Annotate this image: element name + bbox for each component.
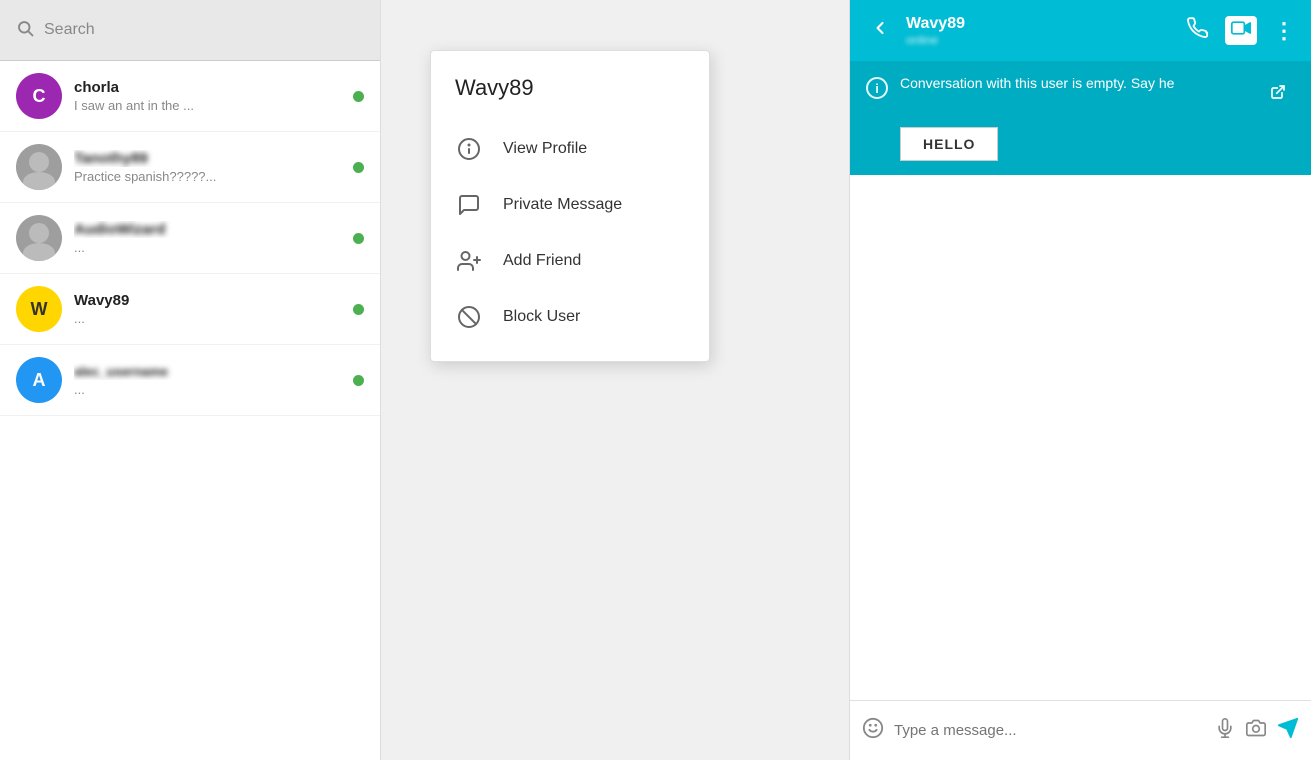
online-indicator-chorla	[353, 91, 364, 102]
avatar-audiowizard	[16, 215, 62, 261]
contact-preview-alec: ...	[74, 382, 341, 397]
block-icon	[455, 303, 483, 331]
avatar-tanothy89	[16, 144, 62, 190]
chat-header: Wavy89 online ⋮	[850, 0, 1311, 61]
context-menu-view-profile[interactable]: View Profile	[431, 121, 709, 177]
notification-info-icon: i	[866, 77, 888, 99]
notification-text: Conversation with this user is empty. Sa…	[900, 75, 1174, 91]
chat-header-actions: ⋮	[1187, 16, 1295, 45]
contact-list: C chorla I saw an ant in the ... Tanothy…	[0, 61, 380, 760]
message-input[interactable]	[894, 722, 1205, 739]
context-menu-overlay: Wavy89 View Profile Private Message	[430, 50, 710, 362]
online-indicator-alec	[353, 375, 364, 386]
add-friend-label: Add Friend	[503, 252, 581, 270]
contact-name-wavy89: Wavy89	[74, 292, 341, 309]
context-menu-add-friend[interactable]: Add Friend	[431, 233, 709, 289]
context-menu-title: Wavy89	[431, 67, 709, 121]
send-icon[interactable]	[1277, 717, 1299, 745]
contact-info-chorla: chorla I saw an ant in the ...	[74, 79, 341, 113]
contact-item-alec[interactable]: A alec_username ...	[0, 345, 380, 416]
microphone-icon[interactable]	[1215, 717, 1235, 745]
more-options-icon[interactable]: ⋮	[1273, 18, 1295, 44]
avatar-alec: A	[16, 357, 62, 403]
avatar-chorla: C	[16, 73, 62, 119]
sidebar: Search C chorla I saw an ant in the ...	[0, 0, 381, 760]
view-profile-label: View Profile	[503, 140, 587, 158]
online-indicator-audiowizard	[353, 233, 364, 244]
private-message-label: Private Message	[503, 196, 622, 214]
chat-user-info: Wavy89 online	[906, 15, 1175, 47]
contact-preview-chorla: I saw an ant in the ...	[74, 98, 341, 113]
search-icon	[16, 19, 34, 42]
block-user-label: Block User	[503, 308, 580, 326]
contact-info-wavy89: Wavy89 ...	[74, 292, 341, 326]
back-button[interactable]	[866, 14, 894, 48]
message-icon	[455, 191, 483, 219]
contact-info-audiowizard: AudioWizard ...	[74, 221, 341, 255]
chat-messages	[850, 175, 1311, 700]
chat-notification-banner: i Conversation with this user is empty. …	[850, 61, 1311, 175]
online-indicator-wavy89	[353, 304, 364, 315]
contact-preview-wavy89: ...	[74, 311, 341, 326]
contact-info-alec: alec_username ...	[74, 363, 341, 397]
camera-icon[interactable]	[1245, 718, 1267, 744]
info-icon	[455, 135, 483, 163]
emoji-icon[interactable]	[862, 717, 884, 745]
context-menu-block-user[interactable]: Block User	[431, 289, 709, 345]
search-bar[interactable]: Search	[0, 0, 380, 61]
contact-name-tanothy89: Tanothy89	[74, 150, 341, 167]
contact-item-chorla[interactable]: C chorla I saw an ant in the ...	[0, 61, 380, 132]
video-call-icon[interactable]	[1225, 16, 1257, 45]
contact-preview-tanothy89: Practice spanish?????...	[74, 169, 341, 184]
hello-button[interactable]: HELLO	[900, 127, 998, 161]
chat-input-bar	[850, 700, 1311, 760]
contact-info-tanothy89: Tanothy89 Practice spanish?????...	[74, 150, 341, 184]
online-indicator-tanothy89	[353, 162, 364, 173]
contact-name-audiowizard: AudioWizard	[74, 221, 341, 238]
add-friend-icon	[455, 247, 483, 275]
external-link-icon[interactable]	[1261, 75, 1295, 109]
chat-panel: Wavy89 online ⋮ i	[849, 0, 1311, 760]
avatar-wavy89: W	[16, 286, 62, 332]
contact-item-audiowizard[interactable]: AudioWizard ...	[0, 203, 380, 274]
chat-status: online	[906, 33, 1175, 47]
chat-username: Wavy89	[906, 15, 1175, 33]
contact-name-alec: alec_username	[74, 363, 341, 380]
contact-name-chorla: chorla	[74, 79, 341, 96]
search-label: Search	[44, 21, 95, 39]
phone-icon[interactable]	[1187, 17, 1209, 45]
context-menu-private-message[interactable]: Private Message	[431, 177, 709, 233]
contact-item-wavy89[interactable]: W Wavy89 ...	[0, 274, 380, 345]
context-menu: Wavy89 View Profile Private Message	[430, 50, 710, 362]
contact-item-tanothy89[interactable]: Tanothy89 Practice spanish?????...	[0, 132, 380, 203]
contact-preview-audiowizard: ...	[74, 240, 341, 255]
